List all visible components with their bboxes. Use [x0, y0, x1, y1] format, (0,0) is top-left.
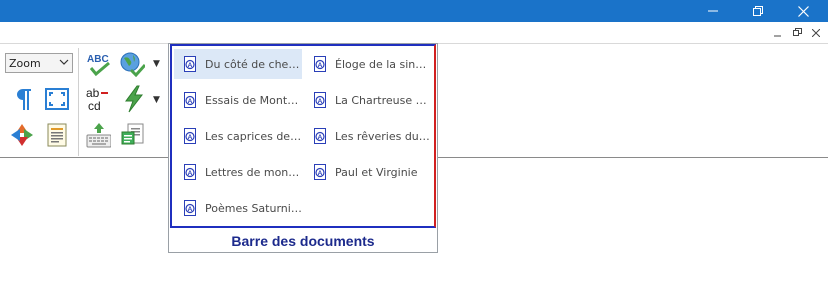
pilcrow-icon	[17, 89, 31, 110]
ribbon-separator	[78, 48, 79, 156]
minimize-button[interactable]	[690, 0, 736, 22]
keyboard-button[interactable]	[85, 122, 111, 148]
document-item-label: Les caprices de Marianne	[205, 129, 302, 143]
spellcheck-icon: ABC	[87, 54, 110, 77]
svg-text:A: A	[188, 206, 193, 213]
svg-text:cd: cd	[88, 99, 101, 113]
lightning-icon	[125, 85, 144, 113]
close-button[interactable]	[780, 0, 826, 22]
document-item[interactable]: A Du côté de chez Swann	[174, 49, 302, 79]
document-file-icon: A	[184, 56, 196, 72]
hyphenation-button[interactable]: ab cd	[84, 86, 110, 113]
svg-text:A: A	[188, 134, 193, 141]
insert-document-button[interactable]	[120, 122, 146, 148]
svg-text:A: A	[318, 98, 323, 105]
document-item-label: Essais de Montaigne	[205, 93, 302, 107]
fullscreen-icon	[45, 88, 69, 110]
quick-action-button[interactable]	[121, 85, 147, 113]
close-icon	[812, 28, 820, 37]
mdi-restore-button[interactable]	[789, 25, 805, 40]
mdi-close-button[interactable]	[808, 25, 824, 40]
svg-text:A: A	[188, 98, 193, 105]
document-file-icon: A	[314, 128, 326, 144]
hyphenation-icon: ab cd	[86, 86, 108, 113]
chevron-down-icon	[59, 59, 69, 65]
spellcheck-button[interactable]: ABC	[85, 51, 111, 77]
keyboard-icon	[86, 123, 111, 148]
document-item[interactable]: A Les caprices de Marianne	[174, 121, 302, 151]
restore-icon	[752, 5, 763, 16]
svg-text:A: A	[188, 170, 193, 177]
restore-button[interactable]	[735, 0, 781, 22]
svg-text:ab: ab	[86, 86, 100, 100]
translate-dropdown[interactable]: ▼	[153, 59, 160, 69]
translate-button[interactable]	[119, 51, 145, 77]
globe-check-icon	[120, 52, 145, 77]
page-view-button[interactable]	[44, 122, 70, 148]
document-item-label: Éloge de la sincérité	[335, 57, 432, 71]
fullscreen-button[interactable]	[44, 86, 70, 112]
quick-action-dropdown[interactable]: ▼	[153, 95, 160, 105]
document-item[interactable]: A Les rêveries du promeneur solitaire	[304, 121, 432, 151]
document-item[interactable]: A Lettres de mon moulin	[174, 157, 302, 187]
document-item-label: Poèmes Saturniens	[205, 201, 302, 215]
document-item-label: La Chartreuse de Parme	[335, 93, 432, 107]
restore-icon	[792, 28, 802, 36]
svg-text:A: A	[318, 62, 323, 69]
document-item[interactable]: A Éloge de la sincérité	[304, 49, 432, 79]
svg-text:A: A	[318, 170, 323, 177]
document-file-icon: A	[184, 200, 196, 216]
title-bar	[0, 0, 828, 22]
document-file-icon: A	[184, 92, 196, 108]
document-icon	[47, 123, 67, 147]
document-item[interactable]: A Poèmes Saturniens	[174, 193, 302, 223]
paragraph-marks-button[interactable]	[9, 86, 35, 112]
minimize-icon	[774, 35, 781, 36]
zoom-select[interactable]: Zoom	[5, 53, 73, 73]
layout-button[interactable]	[9, 122, 35, 148]
document-item-label: Les rêveries du promeneur solitaire	[335, 129, 432, 143]
mdi-minimize-button[interactable]	[770, 25, 786, 40]
svg-text:A: A	[188, 62, 193, 69]
document-file-icon: A	[314, 164, 326, 180]
document-item-label: Paul et Virginie	[335, 165, 418, 179]
document-file-icon: A	[314, 56, 326, 72]
svg-text:A: A	[318, 134, 323, 141]
document-bar-title: Barre des documents	[231, 232, 375, 249]
document-item-label: Lettres de mon moulin	[205, 165, 302, 179]
document-insert-icon	[121, 123, 144, 145]
document-file-icon: A	[314, 92, 326, 108]
svg-text:ABC: ABC	[87, 54, 109, 65]
zoom-select-value: Zoom	[9, 56, 41, 70]
close-icon	[797, 5, 809, 17]
document-item-label: Du côté de chez Swann	[205, 57, 302, 71]
document-item[interactable]: A La Chartreuse de Parme	[304, 85, 432, 115]
document-item[interactable]: A Paul et Virginie	[304, 157, 432, 187]
document-item[interactable]: A Essais de Montaigne	[174, 85, 302, 115]
minimize-icon	[708, 10, 718, 12]
four-arrows-icon	[11, 124, 33, 146]
document-file-icon: A	[184, 164, 196, 180]
mdi-control-bar	[0, 22, 828, 44]
document-file-icon: A	[184, 128, 196, 144]
